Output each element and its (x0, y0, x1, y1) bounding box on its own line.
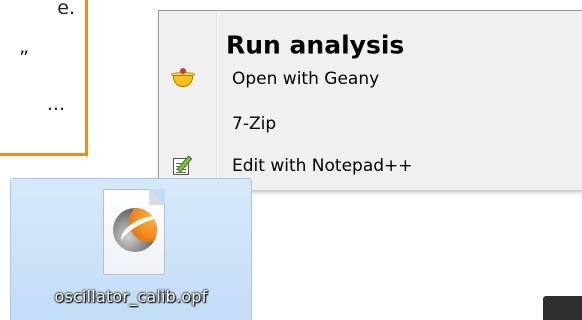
opf-file-icon (103, 189, 165, 275)
menu-item-label: Edit with Notepad++ (232, 156, 413, 176)
menu-item-label: Run analysis (226, 30, 405, 60)
callout-text-line-3: ... (46, 93, 65, 115)
callout-text-line-1: e. (57, 0, 75, 19)
notepadpp-icon (171, 155, 195, 177)
file-name-label: oscillator_calib.opf (54, 287, 208, 306)
geany-icon (171, 68, 195, 90)
instruction-callout: e. ” ... (0, 0, 88, 156)
window-fragment (543, 296, 582, 320)
context-menu: Run analysis Open with Geany 7-Zip Edit … (158, 10, 582, 190)
menu-item-open-with-geany[interactable]: Open with Geany (159, 59, 582, 99)
menu-item-label: Open with Geany (232, 69, 380, 89)
desktop-file-oscillator-calib[interactable]: oscillator_calib.opf (10, 178, 252, 320)
callout-text-line-2: ” (19, 47, 29, 69)
menu-item-7zip[interactable]: 7-Zip (159, 104, 582, 144)
menu-item-label: 7-Zip (232, 114, 277, 134)
